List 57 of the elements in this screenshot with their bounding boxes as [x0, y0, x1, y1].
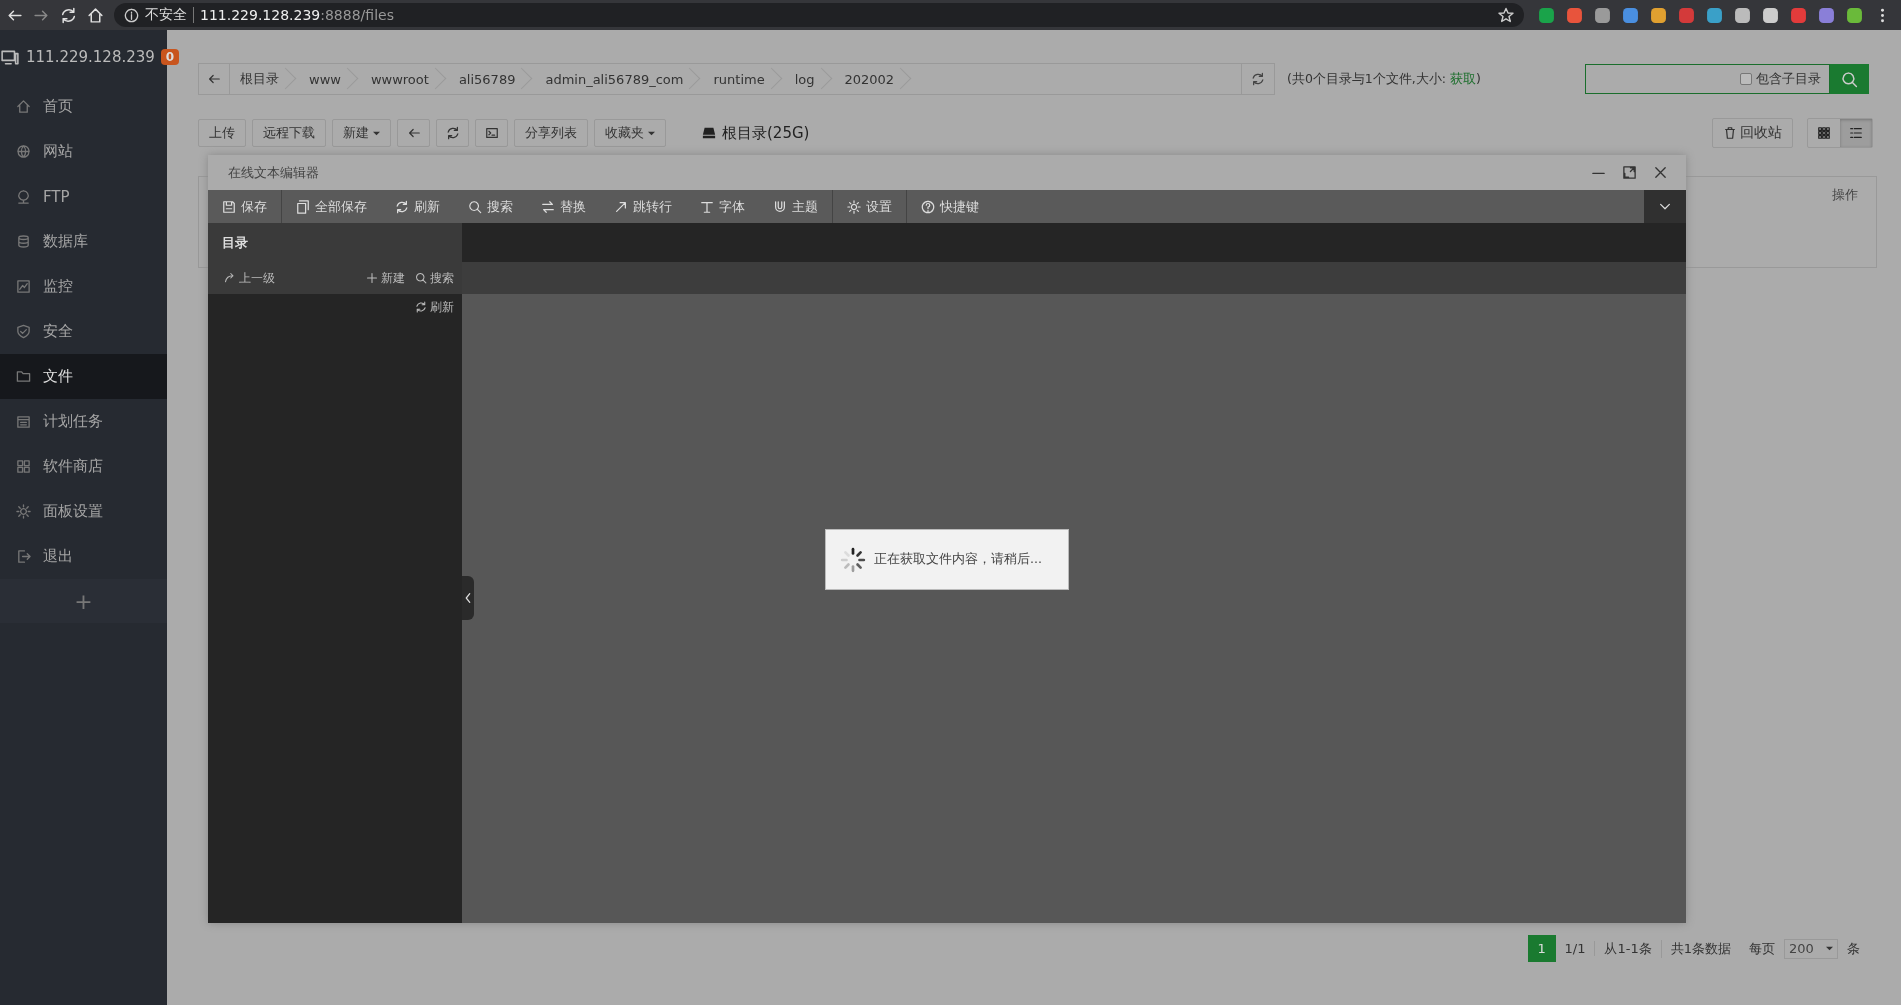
breadcrumb-item[interactable]: www [299, 64, 361, 94]
security-label: 不安全 [145, 6, 187, 24]
editor-tool-button[interactable]: 搜索 [454, 190, 527, 223]
parent-folder-button[interactable]: 上一级 [224, 269, 275, 287]
total-text: 共1条数据 [1669, 939, 1732, 958]
per-page-label: 每页 [1748, 939, 1776, 958]
sidebar-item[interactable]: 软件商店 [0, 444, 167, 489]
sidebar-item[interactable]: 退出 [0, 534, 167, 579]
search-field[interactable]: 包含子目录 [1585, 64, 1830, 94]
sidebar-item[interactable]: 面板设置 [0, 489, 167, 534]
editor-tool-button[interactable]: 跳转行 [600, 190, 686, 223]
editor-tool-button[interactable]: 字体 [686, 190, 759, 223]
sidebar-item[interactable]: 计划任务 [0, 399, 167, 444]
dropdown-button[interactable]: 收藏夹 [594, 119, 666, 147]
dropdown-button[interactable]: 新建 [332, 119, 391, 147]
checkbox-label: 包含子目录 [1756, 70, 1821, 88]
disk-label[interactable]: 根目录(25G) [722, 123, 810, 143]
page-count: 1/1 [1555, 941, 1596, 956]
window-title: 在线文本编辑器 [228, 163, 319, 182]
sidebar-item[interactable]: 网站 [0, 129, 167, 174]
toolbar-button[interactable]: 远程下载 [252, 119, 326, 147]
loading-message: 正在获取文件内容，请稍后... [874, 551, 1042, 568]
toolbar-button[interactable]: 上传 [198, 119, 246, 147]
unit-label: 条 [1846, 939, 1861, 958]
refresh-button[interactable]: 刷新 [415, 298, 454, 316]
breadcrumb-item[interactable]: 根目录 [230, 64, 299, 94]
sidebar-item[interactable]: 数据库 [0, 219, 167, 264]
editor-tool-button[interactable]: 全部保存 [282, 190, 381, 223]
panel-title: 目录 [222, 233, 248, 252]
breadcrumb-item[interactable]: ali56789 [448, 64, 536, 94]
breadcrumb-item[interactable]: admin_ali56789_com [535, 64, 704, 94]
sidebar-item[interactable]: 监控 [0, 264, 167, 309]
column-header: 操作 [1832, 187, 1858, 204]
page-button[interactable]: 1 [1527, 935, 1556, 962]
editor-tool-button[interactable]: 替换 [527, 190, 600, 223]
editor-tool-button[interactable]: 快捷键 [907, 190, 993, 223]
directory-summary: (共0个目录与1个文件,大小: 获取) [1287, 70, 1481, 88]
url-text: 111.229.128.239:8888/files [200, 7, 394, 23]
breadcrumb-item[interactable]: log [784, 64, 835, 94]
add-button[interactable]: + [74, 588, 93, 614]
breadcrumb-item[interactable]: runtime [703, 64, 785, 94]
sidebar-item[interactable]: FTP [0, 174, 167, 219]
search-button[interactable]: 搜索 [415, 269, 454, 287]
notification-badge[interactable]: 0 [160, 49, 180, 65]
sidebar-item[interactable]: 文件 [0, 354, 167, 399]
range-text: 从1-1条 [1595, 939, 1662, 958]
sidebar-item[interactable]: 首页 [0, 84, 167, 129]
sidebar-item[interactable]: 安全 [0, 309, 167, 354]
server-address: 111.229.128.239 [26, 48, 155, 66]
recycle-bin-button[interactable]: 回收站 [1712, 118, 1793, 148]
editor-tool-button[interactable]: 刷新 [381, 190, 454, 223]
breadcrumb-item[interactable]: 202002 [834, 64, 915, 94]
breadcrumb-item[interactable]: wwwroot [360, 64, 449, 94]
new-button[interactable]: 新建 [366, 269, 405, 287]
address-bar[interactable]: 不安全 111.229.128.239:8888/files [114, 3, 1524, 27]
per-page-select[interactable]: 200 [1784, 938, 1838, 959]
toolbar-button[interactable]: 分享列表 [514, 119, 588, 147]
